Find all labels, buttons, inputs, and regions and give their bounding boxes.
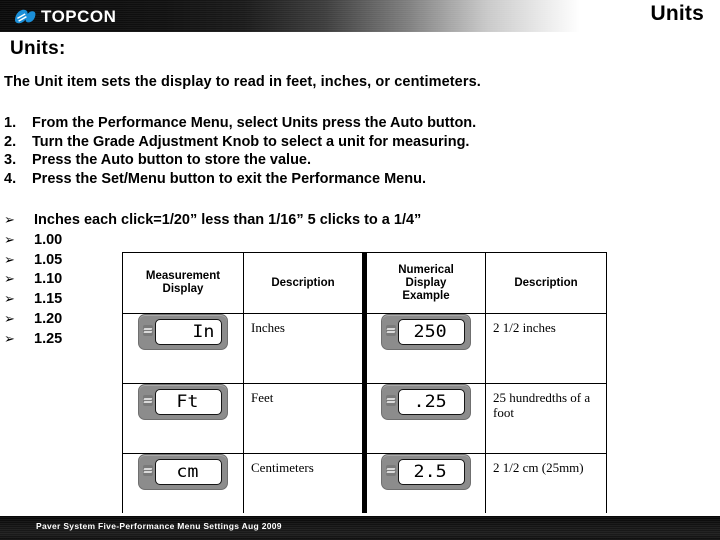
lcd-value: Ft: [176, 391, 199, 412]
lcd-screen: In: [155, 319, 222, 345]
slide-heading: Units:: [10, 38, 66, 59]
lcd-side-tab-icon: [143, 395, 153, 406]
list-item: 3. Press the Auto button to store the va…: [4, 151, 476, 170]
lcd-side-tab-icon: [386, 465, 396, 476]
measurement-display-cell: Ft: [122, 383, 244, 454]
list-item: 4. Press the Set/Menu button to exit the…: [4, 170, 476, 189]
units-table: Measurement Display Description Numerica…: [122, 252, 607, 524]
column-header-description-right: Description: [485, 252, 607, 314]
numerical-display-cell: .25: [362, 383, 486, 454]
column-header-numerical-display-example: Numerical Display Example: [362, 252, 486, 314]
table-row: In Inches 250 2 1/2 inches: [122, 313, 607, 384]
numerical-display-cell: 250: [362, 313, 486, 384]
bullet-text: Inches each click=1/20” less than 1/16” …: [34, 212, 422, 228]
lcd-side-tab-icon: [143, 465, 153, 476]
lcd-side-tab-icon: [386, 395, 396, 406]
bullet-text: 1.10: [34, 271, 63, 288]
step-number: 2.: [4, 133, 17, 150]
lcd-value: In: [191, 321, 214, 342]
description-cell: Feet: [243, 383, 367, 454]
table-row: Ft Feet .25 25 hundredths of a foot: [122, 383, 607, 454]
bullet-text: 1.25: [34, 330, 63, 347]
step-text: Press the Auto button to store the value…: [32, 152, 312, 168]
table-header-row: Measurement Display Description Numerica…: [122, 252, 607, 314]
lcd-value: cm: [176, 461, 199, 482]
lcd-display-numeric-point25: .25: [381, 384, 471, 420]
arrow-bullet-icon: ➢: [4, 272, 15, 288]
arrow-bullet-icon: ➢: [4, 311, 15, 327]
numerical-description-cell: 25 hundredths of a foot: [485, 383, 607, 454]
lcd-display-inches: In: [138, 314, 228, 350]
units-table-wrapper: Measurement Display Description Numerica…: [122, 252, 607, 524]
lcd-screen: cm: [155, 459, 222, 485]
arrow-bullet-icon: ➢: [4, 213, 15, 228]
page-header: TOPCON Units: [0, 0, 720, 32]
step-number: 3.: [4, 152, 17, 168]
step-text: Turn the Grade Adjustment Knob to select…: [32, 133, 470, 150]
step-text: Press the Set/Menu button to exit the Pe…: [32, 170, 426, 187]
lcd-display-feet: Ft: [138, 384, 228, 420]
topcon-wordmark: TOPCON: [41, 6, 117, 26]
measurement-display-cell: In: [122, 313, 244, 384]
bullet-text: 1.05: [34, 251, 63, 268]
lcd-side-tab-icon: [386, 325, 396, 336]
arrow-bullet-icon: ➢: [4, 252, 15, 268]
intro-paragraph: The Unit item sets the display to read i…: [4, 74, 481, 90]
list-item: ➢ 1.00: [4, 231, 421, 251]
arrow-bullet-icon: ➢: [4, 292, 15, 308]
footer-caption: Paver System Five-Performance Menu Setti…: [36, 521, 282, 531]
lcd-side-tab-icon: [143, 325, 153, 336]
description-cell: Inches: [243, 313, 367, 384]
column-header-description-left: Description: [243, 252, 367, 314]
arrow-bullet-icon: ➢: [4, 232, 15, 248]
lcd-screen: 2.5: [398, 459, 465, 485]
topcon-logo-mark-icon: [14, 8, 36, 25]
bullet-text: 1.20: [34, 310, 63, 327]
table-header: Measurement Display Description Numerica…: [122, 252, 607, 314]
lcd-screen: Ft: [155, 389, 222, 415]
bullet-text: 1.00: [34, 231, 63, 248]
bullet-text: 1.15: [34, 291, 63, 308]
lcd-screen: .25: [398, 389, 465, 415]
list-item: 1. From the Performance Menu, select Uni…: [4, 114, 476, 133]
list-item: ➢ Inches each click=1/20” less than 1/16…: [4, 211, 421, 231]
numerical-description-cell: 2 1/2 inches: [485, 313, 607, 384]
topcon-logo: TOPCON: [14, 4, 116, 28]
lcd-display-numeric-2point5: 2.5: [381, 454, 471, 490]
lcd-display-numeric-250: 250: [381, 314, 471, 350]
lcd-value: 2.5: [413, 461, 447, 482]
list-item: 2. Turn the Grade Adjustment Knob to sel…: [4, 133, 476, 152]
table-body: In Inches 250 2 1/2 inches Ft Feet .25 2…: [122, 313, 607, 524]
step-number: 4.: [4, 170, 17, 187]
arrow-bullet-icon: ➢: [4, 331, 15, 347]
page-title: Units: [650, 2, 704, 25]
step-number: 1.: [4, 115, 17, 131]
column-header-measurement-display: Measurement Display: [122, 252, 244, 314]
page-footer: Paver System Five-Performance Menu Setti…: [0, 516, 720, 540]
lcd-value: 250: [413, 321, 447, 342]
numbered-steps-list: 1. From the Performance Menu, select Uni…: [4, 114, 476, 188]
lcd-display-centimeters: cm: [138, 454, 228, 490]
lcd-value: .25: [413, 391, 447, 412]
lcd-screen: 250: [398, 319, 465, 345]
step-text: From the Performance Menu, select Units …: [32, 115, 477, 131]
